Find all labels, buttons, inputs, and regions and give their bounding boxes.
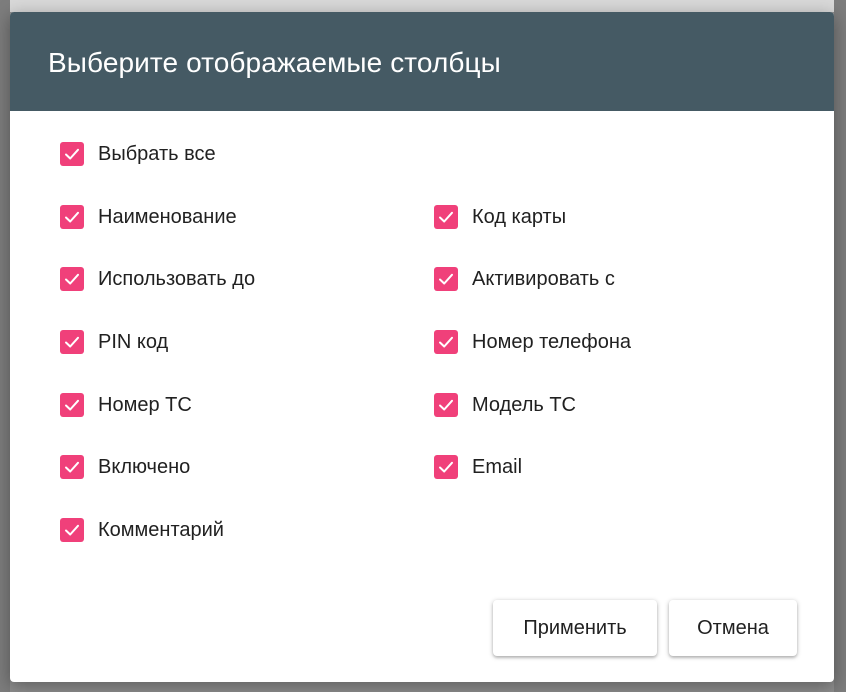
column-options: Выбрать все Наименование Использовать до…: [10, 111, 834, 571]
option-phone-number[interactable]: Номер телефона: [434, 330, 631, 354]
backdrop-top: [0, 0, 846, 12]
select-all-label: Выбрать все: [98, 142, 216, 165]
comment-label: Комментарий: [98, 518, 224, 541]
check-icon: [65, 273, 79, 285]
phone-number-checkbox[interactable]: [434, 330, 458, 354]
dialog-actions: Применить Отмена: [493, 600, 797, 656]
email-checkbox[interactable]: [434, 455, 458, 479]
pin-code-checkbox[interactable]: [60, 330, 84, 354]
option-select-all[interactable]: Выбрать все: [60, 142, 216, 166]
email-label: Email: [472, 455, 523, 478]
dialog-title: Выберите отображаемые столбцы: [48, 46, 501, 78]
option-email[interactable]: Email: [434, 455, 522, 479]
name-label: Наименование: [98, 205, 237, 228]
card-code-checkbox[interactable]: [434, 205, 458, 229]
vehicle-number-checkbox[interactable]: [60, 393, 84, 417]
dialog-header: Выберите отображаемые столбцы: [10, 12, 834, 111]
option-vehicle-model[interactable]: Модель ТС: [434, 393, 576, 417]
check-icon: [439, 336, 453, 348]
check-icon: [65, 399, 79, 411]
vehicle-model-label: Модель ТС: [472, 393, 577, 416]
option-comment[interactable]: Комментарий: [60, 518, 224, 542]
apply-button[interactable]: Применить: [493, 600, 657, 656]
vehicle-number-label: Номер ТС: [98, 393, 192, 416]
card-code-label: Код карты: [472, 205, 567, 228]
pin-code-label: PIN код: [98, 330, 169, 353]
option-enabled[interactable]: Включено: [60, 455, 190, 479]
backdrop-right: [834, 0, 846, 692]
check-icon: [65, 336, 79, 348]
select-all-checkbox[interactable]: [60, 142, 84, 166]
option-vehicle-number[interactable]: Номер ТС: [60, 393, 192, 417]
cancel-button[interactable]: Отмена: [669, 600, 797, 656]
activate-from-label: Активировать с: [472, 267, 615, 290]
option-name[interactable]: Наименование: [60, 205, 237, 229]
use-until-checkbox[interactable]: [60, 267, 84, 291]
check-icon: [65, 461, 79, 473]
check-icon: [439, 273, 453, 285]
enabled-label: Включено: [98, 455, 191, 478]
vehicle-model-checkbox[interactable]: [434, 393, 458, 417]
activate-from-checkbox[interactable]: [434, 267, 458, 291]
check-icon: [65, 148, 79, 160]
check-icon: [439, 211, 453, 223]
column-selection-dialog: Выберите отображаемые столбцы Выбрать вс…: [10, 12, 834, 682]
comment-checkbox[interactable]: [60, 518, 84, 542]
check-icon: [439, 461, 453, 473]
check-icon: [65, 524, 79, 536]
backdrop-left: [0, 0, 10, 692]
option-use-until[interactable]: Использовать до: [60, 267, 255, 291]
option-card-code[interactable]: Код карты: [434, 205, 566, 229]
check-icon: [439, 399, 453, 411]
phone-number-label: Номер телефона: [472, 330, 632, 353]
name-checkbox[interactable]: [60, 205, 84, 229]
option-pin-code[interactable]: PIN код: [60, 330, 168, 354]
option-activate-from[interactable]: Активировать с: [434, 267, 615, 291]
enabled-checkbox[interactable]: [60, 455, 84, 479]
check-icon: [65, 211, 79, 223]
use-until-label: Использовать до: [98, 267, 256, 290]
